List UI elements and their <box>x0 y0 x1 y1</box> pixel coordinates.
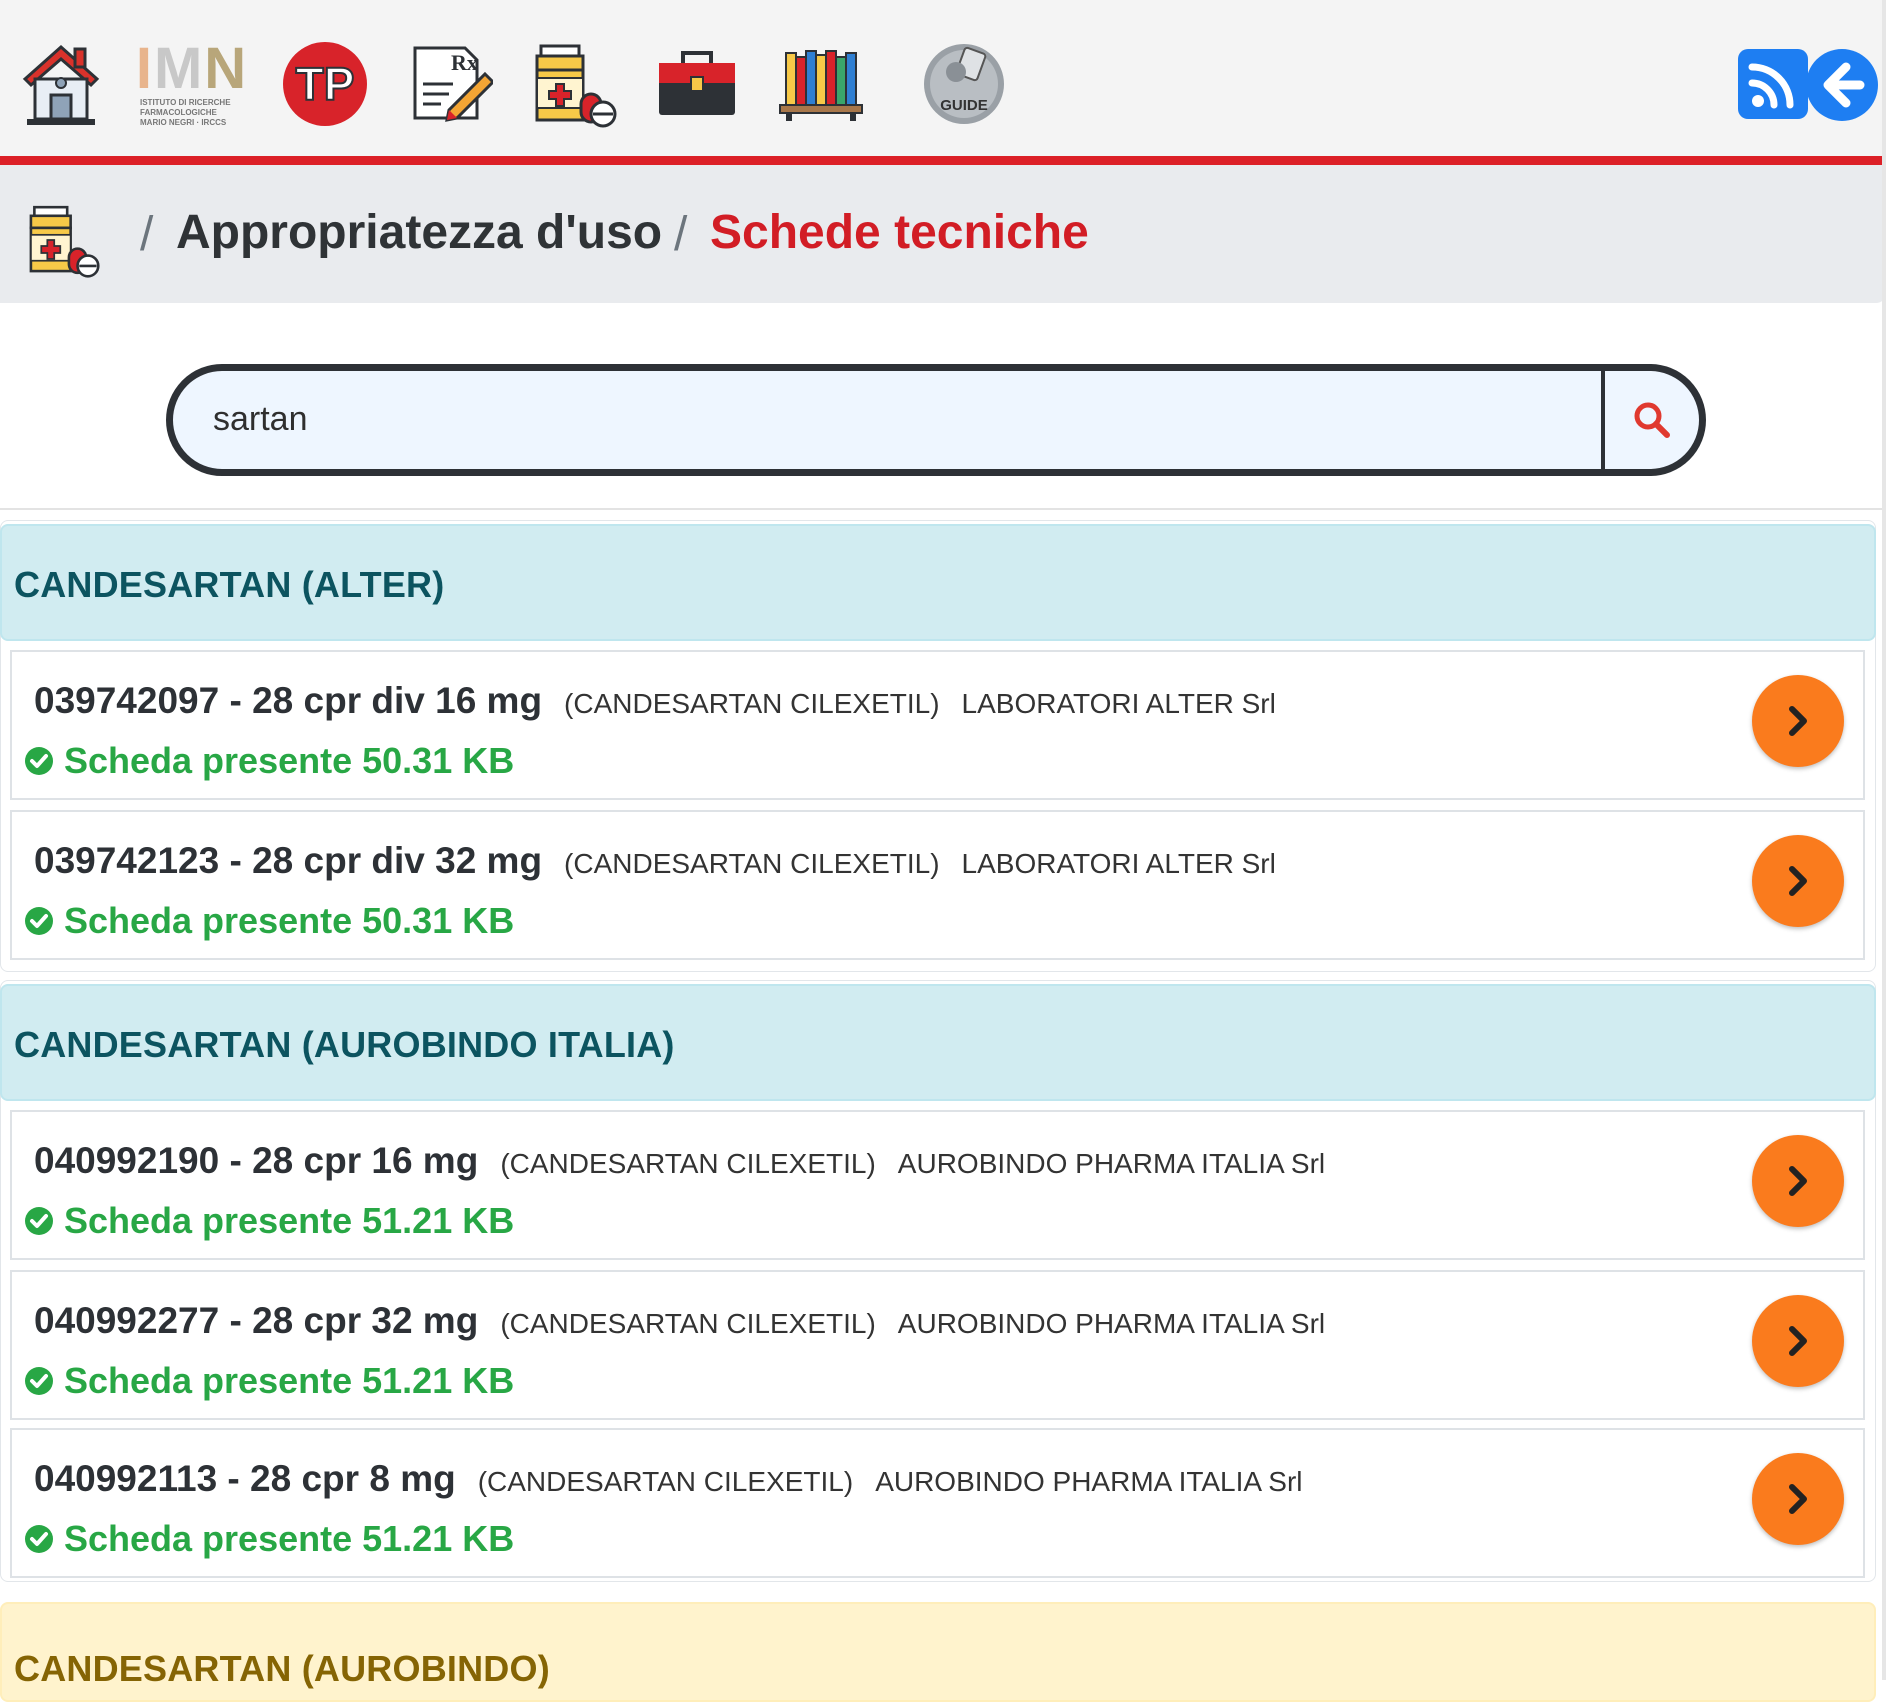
open-item-button[interactable] <box>1752 1135 1844 1227</box>
check-circle-icon <box>25 907 53 935</box>
rss-icon <box>1748 63 1794 109</box>
toolbar-accent-line <box>0 156 1886 165</box>
check-circle-icon <box>25 747 53 775</box>
breadcrumb-separator: / <box>140 208 154 261</box>
chevron-right-icon <box>1789 1166 1807 1196</box>
medicine-icon[interactable] <box>528 38 618 130</box>
group-title: CANDESARTAN (ALTER) <box>14 564 445 605</box>
scrollbar[interactable] <box>1882 0 1886 1680</box>
list-item[interactable]: 040992277 - 28 cpr 32 mg (CANDESARTAN CI… <box>10 1270 1865 1420</box>
item-substance: (CANDESARTAN CILEXETIL) <box>500 1148 876 1179</box>
item-company: LABORATORI ALTER Srl <box>961 688 1276 719</box>
breadcrumb-separator: / <box>674 208 688 261</box>
item-code-description: 040992190 - 28 cpr 16 mg <box>34 1140 479 1181</box>
chevron-right-icon <box>1789 1484 1807 1514</box>
item-substance: (CANDESARTAN CILEXETIL) <box>564 688 940 719</box>
svg-text:Rx: Rx <box>451 50 478 75</box>
search-icon <box>1634 402 1670 438</box>
check-circle-icon <box>25 1367 53 1395</box>
item-code-description: 039742097 - 28 cpr div 16 mg <box>34 680 543 721</box>
item-substance: (CANDESARTAN CILEXETIL) <box>477 1466 854 1497</box>
status-text: Scheda presente 50.31 KB <box>64 740 515 781</box>
tp-logo[interactable]: TP <box>280 38 370 130</box>
medicine-icon[interactable] <box>24 202 100 283</box>
back-button[interactable] <box>1806 49 1878 121</box>
check-circle-icon <box>25 1525 53 1553</box>
breadcrumb: / Appropriatezza d'uso / Schede tecniche <box>0 165 1886 303</box>
item-code-description: 040992113 - 28 cpr 8 mg <box>34 1458 456 1499</box>
search-input[interactable] <box>213 387 1583 451</box>
status-text: Scheda presente 50.31 KB <box>64 900 515 941</box>
open-item-button[interactable] <box>1752 675 1844 767</box>
item-status: Scheda presente 51.21 KB <box>24 1200 514 1242</box>
item-company: AUROBINDO PHARMA ITALIA Srl <box>897 1148 1326 1179</box>
item-status: Scheda presente 51.21 KB <box>24 1360 514 1402</box>
item-status: Scheda presente 51.21 KB <box>24 1518 514 1560</box>
group-title: CANDESARTAN (AUROBINDO) <box>14 1648 550 1689</box>
results-separator <box>0 508 1886 510</box>
list-item[interactable]: 039742097 - 28 cpr div 16 mg (CANDESARTA… <box>10 650 1865 800</box>
item-company: AUROBINDO PHARMA ITALIA Srl <box>897 1308 1326 1339</box>
chevron-right-icon <box>1789 866 1807 896</box>
open-item-button[interactable] <box>1752 1295 1844 1387</box>
rss-button[interactable] <box>1738 49 1808 119</box>
status-text: Scheda presente 51.21 KB <box>64 1518 515 1559</box>
search-bar <box>166 364 1706 476</box>
group-title: CANDESARTAN (AUROBINDO ITALIA) <box>14 1024 675 1065</box>
item-code-description: 039742123 - 28 cpr div 32 mg <box>34 840 543 881</box>
back-arrow-icon <box>1823 62 1865 108</box>
list-item[interactable]: 039742123 - 28 cpr div 32 mg (CANDESARTA… <box>10 810 1865 960</box>
open-item-button[interactable] <box>1752 835 1844 927</box>
chevron-right-icon <box>1789 706 1807 736</box>
item-status: Scheda presente 50.31 KB <box>24 740 514 782</box>
chevron-right-icon <box>1789 1326 1807 1356</box>
guide-label: GUIDE <box>940 97 988 114</box>
search-button[interactable] <box>1605 371 1699 469</box>
status-text: Scheda presente 51.21 KB <box>64 1200 515 1241</box>
item-company: LABORATORI ALTER Srl <box>961 848 1276 879</box>
item-substance: (CANDESARTAN CILEXETIL) <box>500 1308 876 1339</box>
group-header[interactable]: CANDESARTAN (AUROBINDO ITALIA) <box>0 984 1876 1101</box>
item-status: Scheda presente 50.31 KB <box>24 900 514 942</box>
group-header[interactable]: CANDESARTAN (AUROBINDO) <box>0 1602 1876 1702</box>
check-circle-icon <box>25 1207 53 1235</box>
list-item[interactable]: 040992113 - 28 cpr 8 mg (CANDESARTAN CIL… <box>10 1428 1865 1578</box>
page: IMN ISTITUTO DI RICERCHE FARMACOLOGICHE … <box>0 0 1886 1702</box>
breadcrumb-item-appropriatezza[interactable]: Appropriatezza d'uso <box>176 205 662 260</box>
svg-text:TP: TP <box>296 58 355 110</box>
item-company: AUROBINDO PHARMA ITALIA Srl <box>875 1466 1303 1497</box>
status-text: Scheda presente 51.21 KB <box>64 1360 515 1401</box>
imn-logo[interactable]: IMN ISTITUTO DI RICERCHE FARMACOLOGICHE … <box>136 38 246 130</box>
top-toolbar: IMN ISTITUTO DI RICERCHE FARMACOLOGICHE … <box>0 0 1886 156</box>
group-header[interactable]: CANDESARTAN (ALTER) <box>0 524 1876 641</box>
library-icon[interactable] <box>778 38 864 130</box>
list-item[interactable]: 040992190 - 28 cpr 16 mg (CANDESARTAN CI… <box>10 1110 1865 1260</box>
item-substance: (CANDESARTAN CILEXETIL) <box>564 848 940 879</box>
home-icon[interactable] <box>18 38 104 130</box>
toolbox-icon[interactable] <box>654 38 740 130</box>
guide-icon[interactable]: GUIDE <box>922 38 1006 130</box>
open-item-button[interactable] <box>1752 1453 1844 1545</box>
item-code-description: 040992277 - 28 cpr 32 mg <box>34 1300 479 1341</box>
prescription-icon[interactable]: Rx <box>404 38 494 130</box>
breadcrumb-current: Schede tecniche <box>710 206 1089 259</box>
